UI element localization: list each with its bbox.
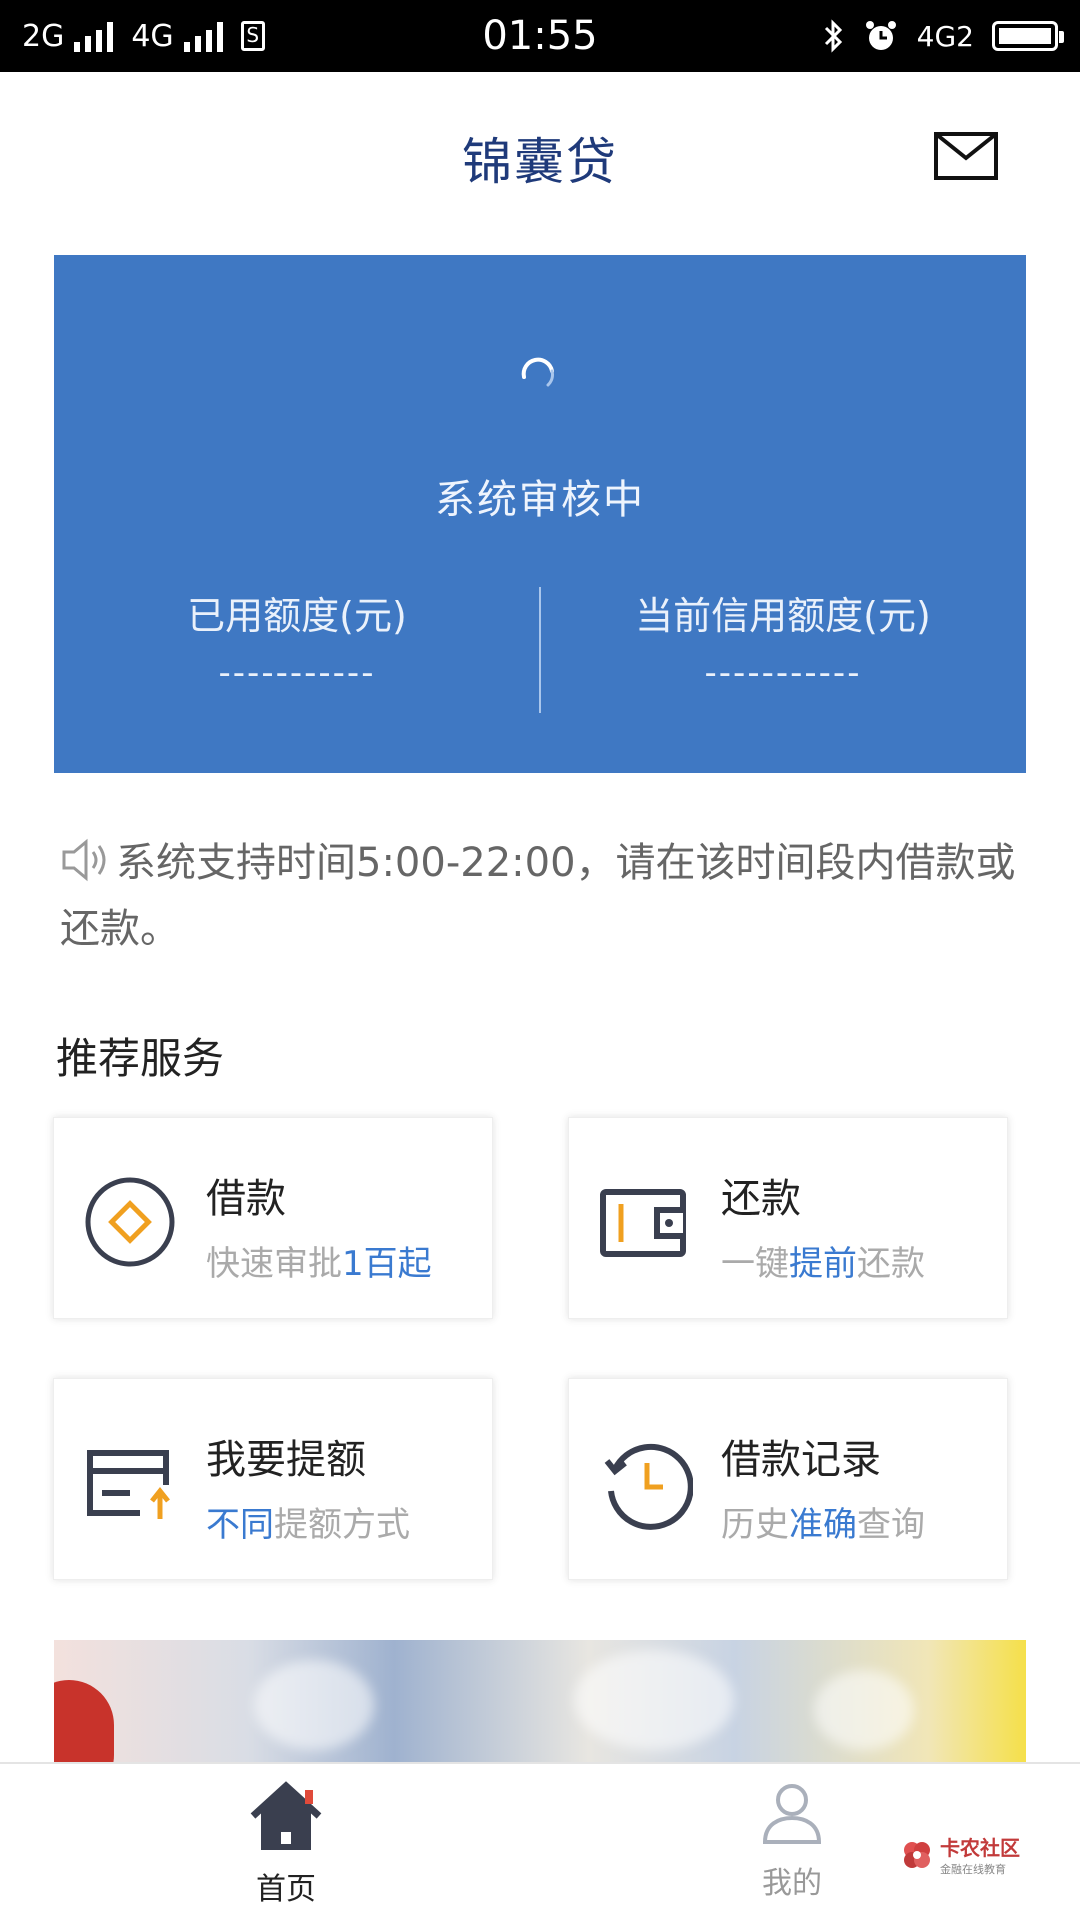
- service-subtitle: 快速审批1百起: [206, 1244, 432, 1284]
- current-quota-label: 当前信用额度(元): [635, 594, 931, 638]
- credit-status-card: 系统审核中 已用额度(元) ----------- 当前信用额度(元) ----…: [54, 255, 1026, 773]
- tab-label: 我的: [762, 1866, 822, 1901]
- loading-spinner-icon: [521, 357, 554, 387]
- section-title: 推荐服务: [56, 1034, 225, 1083]
- tab-home[interactable]: 首页: [186, 1780, 386, 1908]
- service-tile-repay[interactable]: 还款 一键提前还款: [568, 1117, 1008, 1319]
- mobile-data-indicator: 4G2: [916, 19, 974, 53]
- status-bar: 2G 4G S 01:55 4G2: [0, 0, 1080, 72]
- notice-message: 系统支持时间5:00-22:00，请在该时间段内借款或还款。: [60, 840, 1016, 952]
- promo-banner[interactable]: [54, 1640, 1026, 1762]
- wallet-icon: [600, 1189, 686, 1257]
- review-status-text: 系统审核中: [435, 477, 645, 523]
- service-tile-borrow[interactable]: 借款 快速审批1百起: [53, 1117, 493, 1319]
- alarm-icon: [865, 21, 896, 50]
- current-quota-value: -----------: [704, 653, 862, 693]
- tab-label: 首页: [256, 1872, 316, 1907]
- home-icon: [250, 1781, 322, 1850]
- community-watermark: 卡农社区 金融在线教育: [900, 1832, 1020, 1877]
- used-quota-label: 已用额度(元): [187, 594, 407, 638]
- card-arrow-up-icon: [87, 1450, 170, 1519]
- flower-logo-icon: [904, 1841, 930, 1868]
- service-subtitle: 不同提额方式: [206, 1505, 410, 1545]
- watermark-name: 卡农社区: [940, 1836, 1020, 1860]
- speaker-icon: [62, 838, 106, 882]
- notice-text: 系统支持时间5:00-22:00，请在该时间段内借款或还款。: [60, 830, 1020, 962]
- service-title: 借款: [206, 1176, 286, 1222]
- service-tile-records[interactable]: 借款记录 历史准确查询: [568, 1378, 1008, 1580]
- service-title: 还款: [721, 1176, 801, 1222]
- user-icon: [762, 1784, 822, 1844]
- status-icons: 4G2: [823, 0, 1064, 72]
- tab-mine[interactable]: 我的: [692, 1780, 892, 1902]
- service-subtitle: 一键提前还款: [721, 1244, 925, 1284]
- service-title: 借款记录: [721, 1437, 881, 1483]
- diamond-coin-icon: [85, 1177, 175, 1267]
- battery-icon: [992, 21, 1064, 51]
- used-quota-value: -----------: [218, 653, 376, 693]
- service-title: 我要提额: [206, 1437, 366, 1483]
- service-subtitle: 历史准确查询: [721, 1505, 925, 1545]
- watermark-tagline: 金融在线教育: [940, 1863, 1006, 1876]
- bluetooth-icon: [824, 19, 842, 53]
- app-header: 锦囊贷: [0, 72, 1080, 242]
- history-clock-icon: [604, 1443, 693, 1530]
- page-title: 锦囊贷: [462, 133, 618, 191]
- service-tile-raise-quota[interactable]: 我要提额 不同提额方式: [53, 1378, 493, 1580]
- mail-icon[interactable]: [934, 132, 998, 180]
